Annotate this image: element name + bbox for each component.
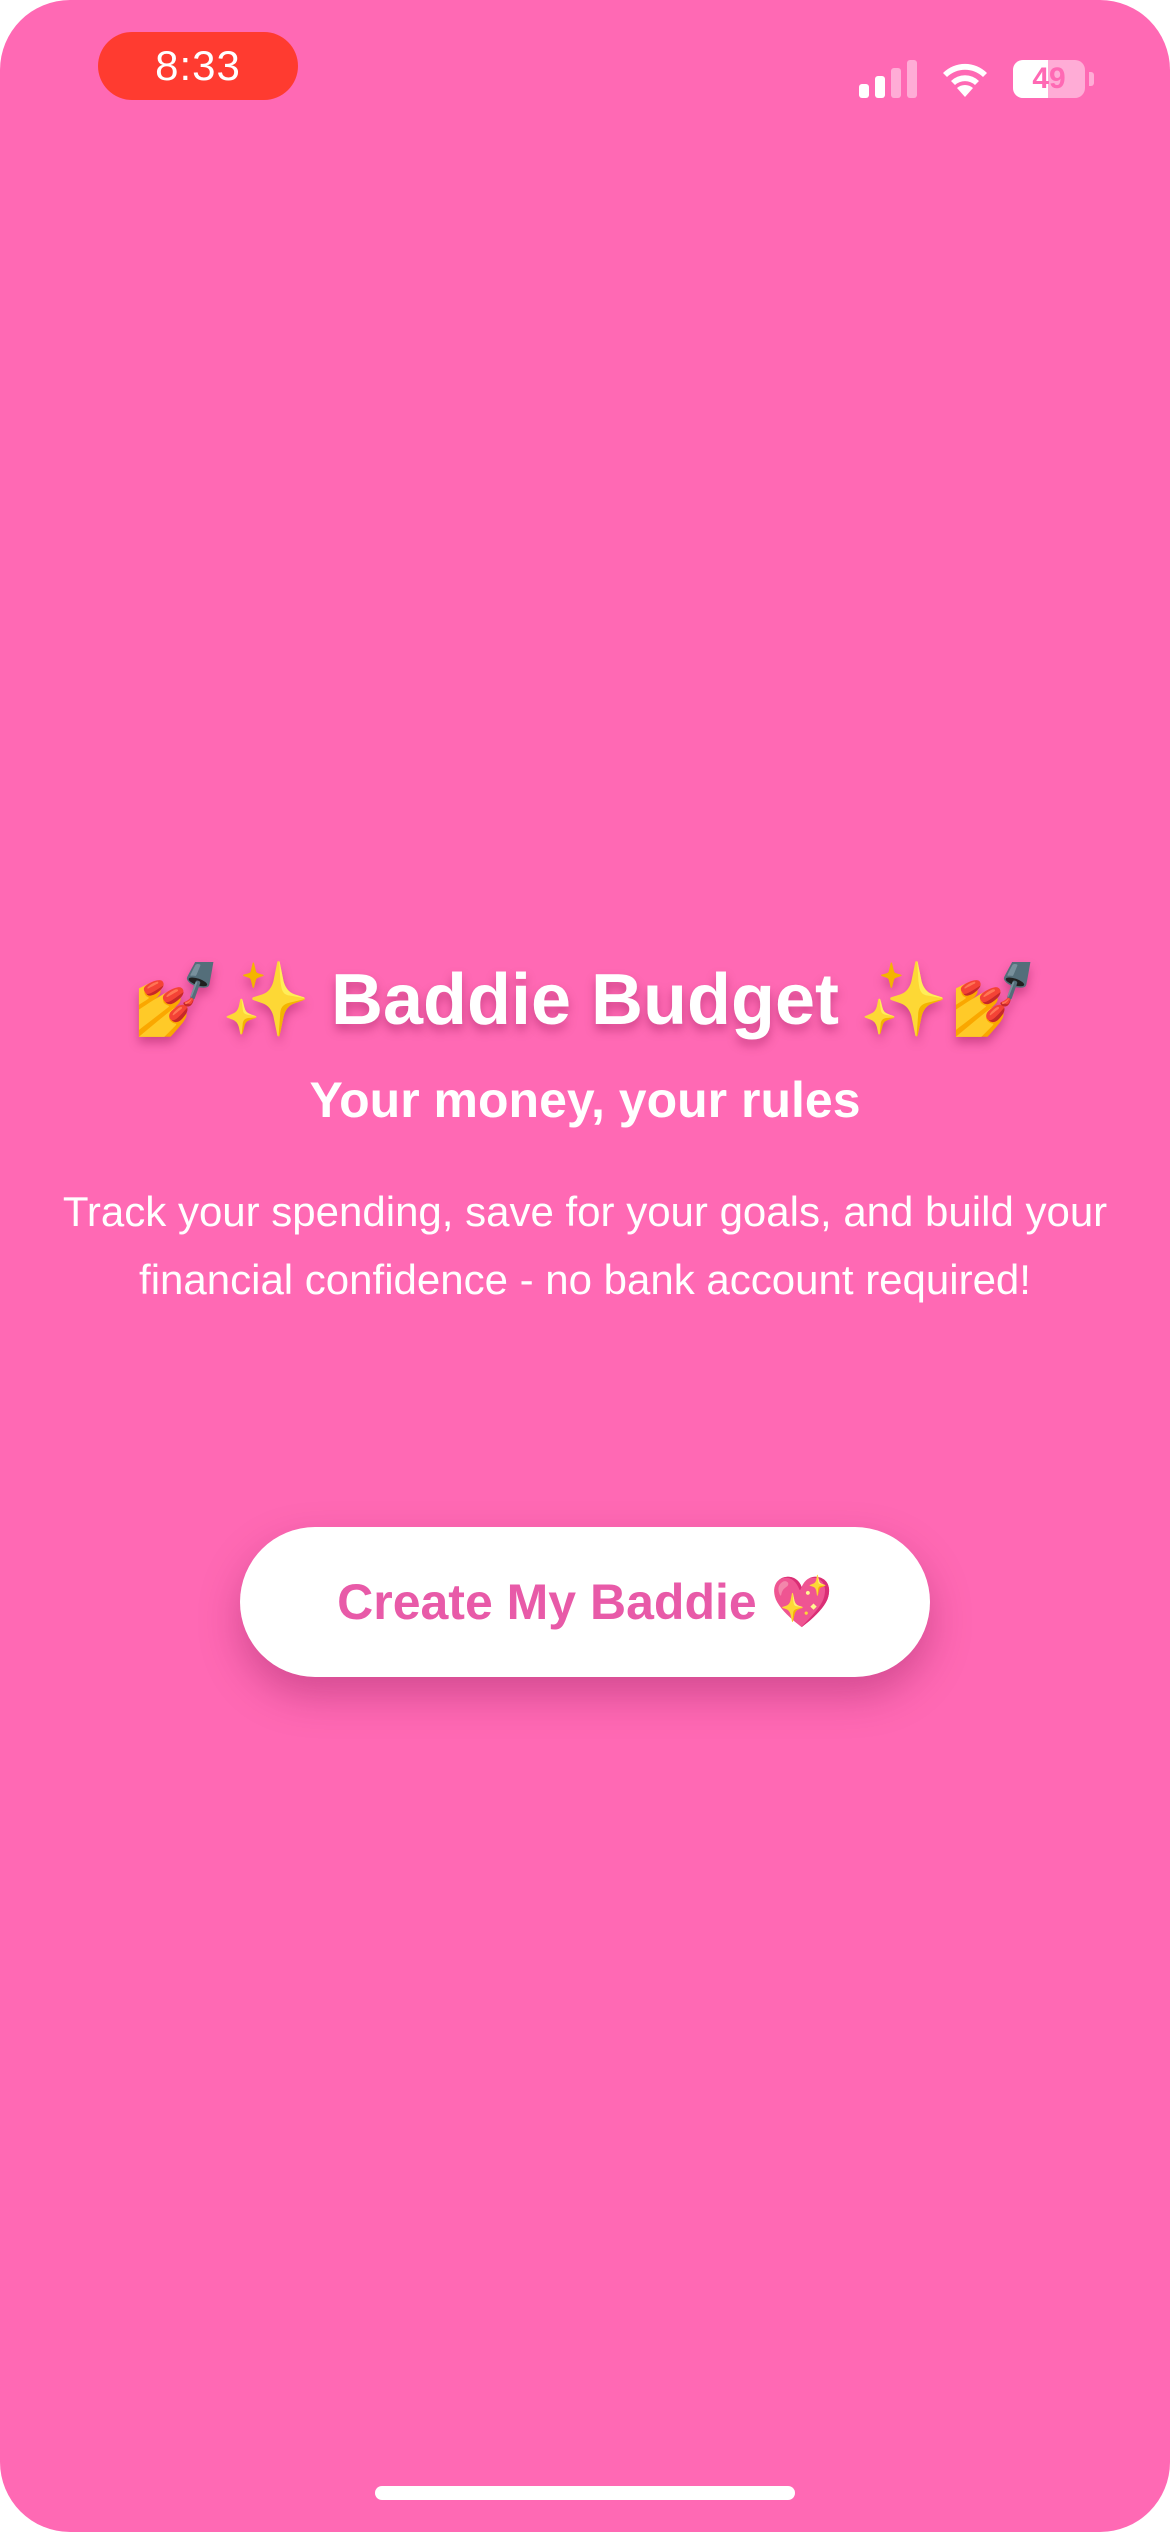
wifi-icon xyxy=(943,63,987,97)
app-title: 💅✨ Baddie Budget ✨💅 xyxy=(131,960,1039,1040)
status-icons: 49 xyxy=(859,54,1094,104)
battery-percentage: 49 xyxy=(1032,62,1066,95)
welcome-section: 💅✨ Baddie Budget ✨💅 Your money, your rul… xyxy=(0,940,1170,1314)
cellular-signal-icon xyxy=(859,60,917,98)
create-my-baddie-button[interactable]: Create My Baddie 💖 xyxy=(240,1527,930,1677)
app-subtitle: Your money, your rules xyxy=(309,1072,861,1128)
battery-cap xyxy=(1089,72,1094,86)
home-indicator[interactable] xyxy=(375,2486,795,2500)
battery-icon: 49 xyxy=(1013,60,1085,98)
app-screen: 8:33 49 💅✨ Baddie Budget ✨💅 Your money, … xyxy=(0,0,1170,2532)
app-description: Track your spending, save for your goals… xyxy=(62,1188,1108,1303)
status-time: 8:33 xyxy=(98,32,298,100)
